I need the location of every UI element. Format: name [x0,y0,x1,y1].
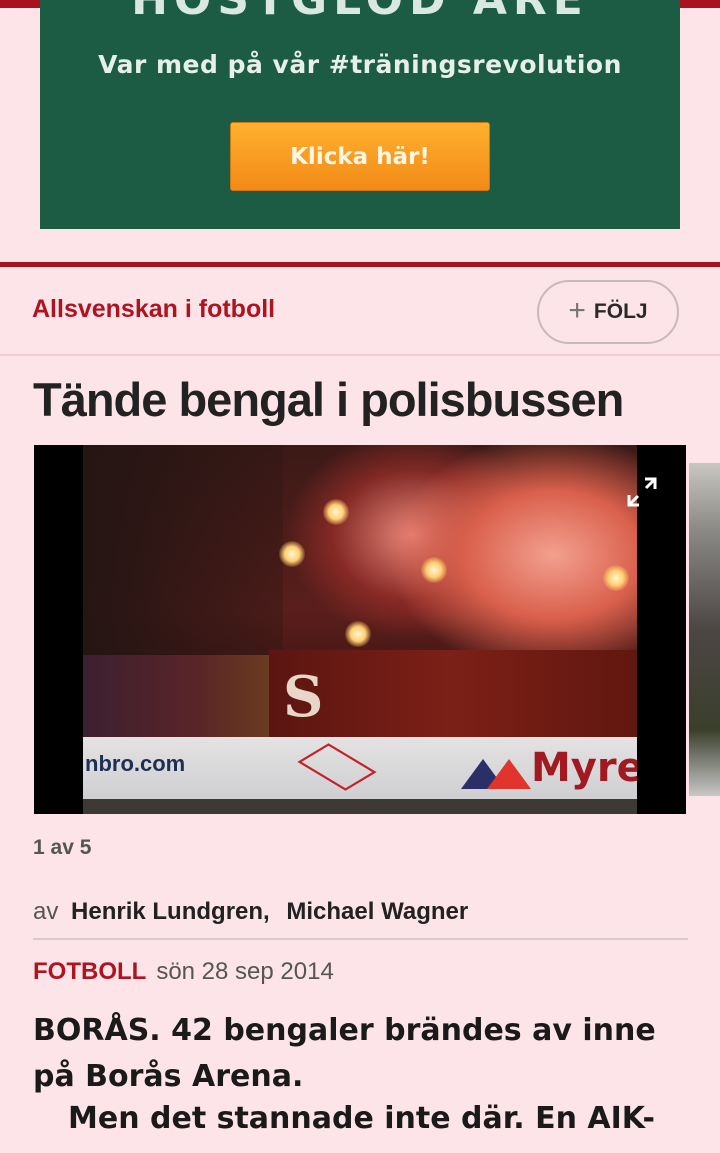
article-lead: BORÅS. 42 bengaler brändes av inne på Bo… [33,1013,656,1094]
follow-button[interactable]: + FÖLJ [537,280,679,344]
ad-headline: HÖSTGLÖD ÅRE [40,0,680,25]
section-title-link[interactable]: Allsvenskan i fotboll [32,295,275,324]
byline-prefix: av [33,898,59,925]
flare [323,499,349,525]
gallery-photo[interactable]: S I nbro.com Myre [83,445,637,814]
next-gallery-photo-preview[interactable] [689,463,720,796]
flare [421,557,447,583]
board-text-umbro: nbro.com [85,751,186,776]
image-gallery[interactable]: S I nbro.com Myre [34,445,686,814]
flare [603,565,629,591]
follow-label: FÖLJ [593,300,648,323]
plus-icon: + [568,293,586,327]
flare [345,621,371,647]
publish-date: sön 28 sep 2014 [156,958,334,985]
flare [279,541,305,567]
article-body: Men det stannade inte där. En AIK- [68,1101,655,1136]
section-header: Allsvenskan i fotboll + FÖLJ [0,267,720,356]
divider [33,938,688,940]
article-meta: FOTBOLL sön 28 sep 2014 [33,958,334,986]
advertisement-banner[interactable]: HÖSTGLÖD ÅRE Var med på vår #träningsrev… [40,0,680,229]
author-link[interactable]: Henrik Lundgren, [71,898,270,925]
umbro-logo-icon [297,743,377,791]
ad-cta-button[interactable]: Klicka här! [230,122,490,191]
article-page: HÖSTGLÖD ÅRE Var med på vår #träningsrev… [0,0,720,1153]
supporter-banner: S I [269,650,637,796]
article-headline: Tände bengal i polisbussen [33,373,624,426]
stadium-ad-board: nbro.com Myre [83,737,637,799]
ad-tagline: Var med på vår #träningsrevolution [98,50,622,79]
gallery-counter: 1 av 5 [33,836,92,859]
byline: av Henrik Lundgren, Michael Wagner [33,898,468,926]
supporter-banner-left [83,655,269,740]
board-text-myre: Myre [531,745,637,791]
category-link[interactable]: FOTBOLL [33,958,146,985]
author-link[interactable]: Michael Wagner [286,898,468,925]
expand-icon[interactable] [625,475,659,509]
